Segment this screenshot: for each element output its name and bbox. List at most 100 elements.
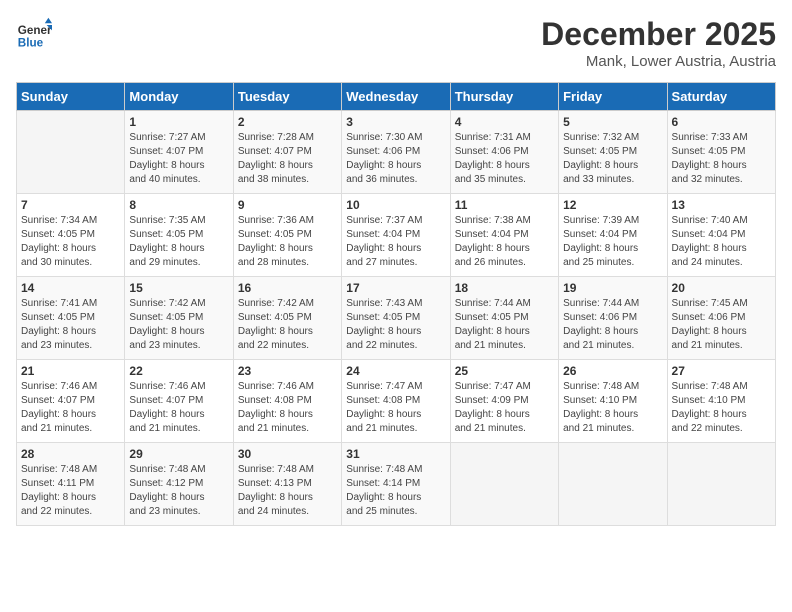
calendar-cell: 21Sunrise: 7:46 AM Sunset: 4:07 PM Dayli…	[17, 360, 125, 443]
day-content: Sunrise: 7:47 AM Sunset: 4:09 PM Dayligh…	[455, 380, 554, 436]
day-header-tuesday: Tuesday	[233, 83, 341, 111]
day-number: 31	[346, 447, 445, 461]
calendar-body: 1 Sunrise: 7:27 AM Sunset: 4:07 PM Daylig…	[17, 111, 776, 526]
day-number: 5	[563, 115, 662, 129]
calendar-week-row: 14 Sunrise: 7:41 AM Sunset: 4:05 PM Dayli…	[17, 277, 776, 360]
day-number: 17	[346, 281, 445, 295]
location-label: Mank, Lower Austria, Austria	[541, 53, 776, 70]
day-header-thursday: Thursday	[450, 83, 558, 111]
day-number: 30	[238, 447, 337, 461]
day-content: Sunrise: 7:37 AM Sunset: 4:04 PM Dayligh…	[346, 214, 445, 270]
day-content: Sunrise: 7:38 AM Sunset: 4:04 PM Dayligh…	[455, 214, 554, 270]
day-content: Sunrise: 7:48 AM Sunset: 4:11 PM Dayligh…	[21, 463, 120, 519]
calendar-table: SundayMondayTuesdayWednesdayThursdayFrid…	[16, 82, 776, 526]
svg-text:General: General	[18, 24, 52, 37]
calendar-cell: 16 Sunrise: 7:42 AM Sunset: 4:05 PM Dayli…	[233, 277, 341, 360]
day-number: 26	[563, 364, 662, 378]
calendar-cell: 11 Sunrise: 7:38 AM Sunset: 4:04 PM Dayli…	[450, 194, 558, 277]
calendar-week-row: 28 Sunrise: 7:48 AM Sunset: 4:11 PM Dayli…	[17, 443, 776, 526]
calendar-cell: 9 Sunrise: 7:36 AM Sunset: 4:05 PM Daylig…	[233, 194, 341, 277]
day-number: 22	[129, 364, 228, 378]
calendar-cell: 13Sunrise: 7:40 AM Sunset: 4:04 PM Dayli…	[667, 194, 775, 277]
day-content: Sunrise: 7:42 AM Sunset: 4:05 PM Dayligh…	[238, 297, 337, 353]
day-number: 15	[129, 281, 228, 295]
calendar-week-row: 21Sunrise: 7:46 AM Sunset: 4:07 PM Dayli…	[17, 360, 776, 443]
day-content: Sunrise: 7:48 AM Sunset: 4:13 PM Dayligh…	[238, 463, 337, 519]
calendar-cell: 14 Sunrise: 7:41 AM Sunset: 4:05 PM Dayli…	[17, 277, 125, 360]
day-content: Sunrise: 7:41 AM Sunset: 4:05 PM Dayligh…	[21, 297, 120, 353]
calendar-cell: 19Sunrise: 7:44 AM Sunset: 4:06 PM Dayli…	[559, 277, 667, 360]
day-number: 12	[563, 198, 662, 212]
calendar-cell: 15 Sunrise: 7:42 AM Sunset: 4:05 PM Dayli…	[125, 277, 233, 360]
day-number: 16	[238, 281, 337, 295]
day-content: Sunrise: 7:35 AM Sunset: 4:05 PM Dayligh…	[129, 214, 228, 270]
day-number: 28	[21, 447, 120, 461]
calendar-cell: 24Sunrise: 7:47 AM Sunset: 4:08 PM Dayli…	[342, 360, 450, 443]
calendar-cell	[667, 443, 775, 526]
calendar-cell: 22Sunrise: 7:46 AM Sunset: 4:07 PM Dayli…	[125, 360, 233, 443]
day-content: Sunrise: 7:27 AM Sunset: 4:07 PM Dayligh…	[129, 131, 228, 187]
day-number: 24	[346, 364, 445, 378]
day-number: 14	[21, 281, 120, 295]
calendar-cell: 29Sunrise: 7:48 AM Sunset: 4:12 PM Dayli…	[125, 443, 233, 526]
month-title: December 2025	[541, 16, 776, 53]
calendar-cell: 27 Sunrise: 7:48 AM Sunset: 4:10 PM Dayli…	[667, 360, 775, 443]
calendar-cell: 2 Sunrise: 7:28 AM Sunset: 4:07 PM Daylig…	[233, 111, 341, 194]
calendar-cell: 10Sunrise: 7:37 AM Sunset: 4:04 PM Dayli…	[342, 194, 450, 277]
day-content: Sunrise: 7:36 AM Sunset: 4:05 PM Dayligh…	[238, 214, 337, 270]
calendar-cell: 8 Sunrise: 7:35 AM Sunset: 4:05 PM Daylig…	[125, 194, 233, 277]
calendar-header-row: SundayMondayTuesdayWednesdayThursdayFrid…	[17, 83, 776, 111]
day-content: Sunrise: 7:42 AM Sunset: 4:05 PM Dayligh…	[129, 297, 228, 353]
day-content: Sunrise: 7:34 AM Sunset: 4:05 PM Dayligh…	[21, 214, 120, 270]
day-header-sunday: Sunday	[17, 83, 125, 111]
day-number: 27	[672, 364, 771, 378]
day-content: Sunrise: 7:40 AM Sunset: 4:04 PM Dayligh…	[672, 214, 771, 270]
calendar-cell: 25 Sunrise: 7:47 AM Sunset: 4:09 PM Dayli…	[450, 360, 558, 443]
day-content: Sunrise: 7:31 AM Sunset: 4:06 PM Dayligh…	[455, 131, 554, 187]
calendar-cell: 7 Sunrise: 7:34 AM Sunset: 4:05 PM Daylig…	[17, 194, 125, 277]
svg-text:Blue: Blue	[18, 37, 44, 50]
day-number: 19	[563, 281, 662, 295]
calendar-week-row: 1 Sunrise: 7:27 AM Sunset: 4:07 PM Daylig…	[17, 111, 776, 194]
calendar-cell	[17, 111, 125, 194]
day-number: 1	[129, 115, 228, 129]
logo: General Blue	[16, 16, 52, 52]
logo-icon: General Blue	[16, 16, 52, 52]
calendar-cell	[450, 443, 558, 526]
day-number: 8	[129, 198, 228, 212]
day-number: 23	[238, 364, 337, 378]
day-number: 20	[672, 281, 771, 295]
day-number: 9	[238, 198, 337, 212]
day-number: 25	[455, 364, 554, 378]
calendar-cell: 28 Sunrise: 7:48 AM Sunset: 4:11 PM Dayli…	[17, 443, 125, 526]
day-number: 7	[21, 198, 120, 212]
day-content: Sunrise: 7:46 AM Sunset: 4:08 PM Dayligh…	[238, 380, 337, 436]
title-block: December 2025 Mank, Lower Austria, Austr…	[541, 16, 776, 70]
calendar-cell: 6Sunrise: 7:33 AM Sunset: 4:05 PM Daylig…	[667, 111, 775, 194]
day-number: 18	[455, 281, 554, 295]
calendar-cell: 4Sunrise: 7:31 AM Sunset: 4:06 PM Daylig…	[450, 111, 558, 194]
calendar-cell: 3Sunrise: 7:30 AM Sunset: 4:06 PM Daylig…	[342, 111, 450, 194]
calendar-cell: 20 Sunrise: 7:45 AM Sunset: 4:06 PM Dayli…	[667, 277, 775, 360]
day-header-wednesday: Wednesday	[342, 83, 450, 111]
page-header: General Blue December 2025 Mank, Lower A…	[16, 16, 776, 70]
day-header-saturday: Saturday	[667, 83, 775, 111]
day-number: 2	[238, 115, 337, 129]
day-content: Sunrise: 7:39 AM Sunset: 4:04 PM Dayligh…	[563, 214, 662, 270]
calendar-week-row: 7 Sunrise: 7:34 AM Sunset: 4:05 PM Daylig…	[17, 194, 776, 277]
calendar-cell	[559, 443, 667, 526]
day-number: 11	[455, 198, 554, 212]
calendar-cell: 17Sunrise: 7:43 AM Sunset: 4:05 PM Dayli…	[342, 277, 450, 360]
day-content: Sunrise: 7:32 AM Sunset: 4:05 PM Dayligh…	[563, 131, 662, 187]
day-content: Sunrise: 7:33 AM Sunset: 4:05 PM Dayligh…	[672, 131, 771, 187]
day-number: 21	[21, 364, 120, 378]
day-number: 29	[129, 447, 228, 461]
day-content: Sunrise: 7:48 AM Sunset: 4:10 PM Dayligh…	[563, 380, 662, 436]
calendar-cell: 12 Sunrise: 7:39 AM Sunset: 4:04 PM Dayli…	[559, 194, 667, 277]
calendar-cell: 23 Sunrise: 7:46 AM Sunset: 4:08 PM Dayli…	[233, 360, 341, 443]
calendar-cell: 5 Sunrise: 7:32 AM Sunset: 4:05 PM Daylig…	[559, 111, 667, 194]
day-content: Sunrise: 7:48 AM Sunset: 4:10 PM Dayligh…	[672, 380, 771, 436]
day-content: Sunrise: 7:28 AM Sunset: 4:07 PM Dayligh…	[238, 131, 337, 187]
day-content: Sunrise: 7:45 AM Sunset: 4:06 PM Dayligh…	[672, 297, 771, 353]
calendar-cell: 30 Sunrise: 7:48 AM Sunset: 4:13 PM Dayli…	[233, 443, 341, 526]
